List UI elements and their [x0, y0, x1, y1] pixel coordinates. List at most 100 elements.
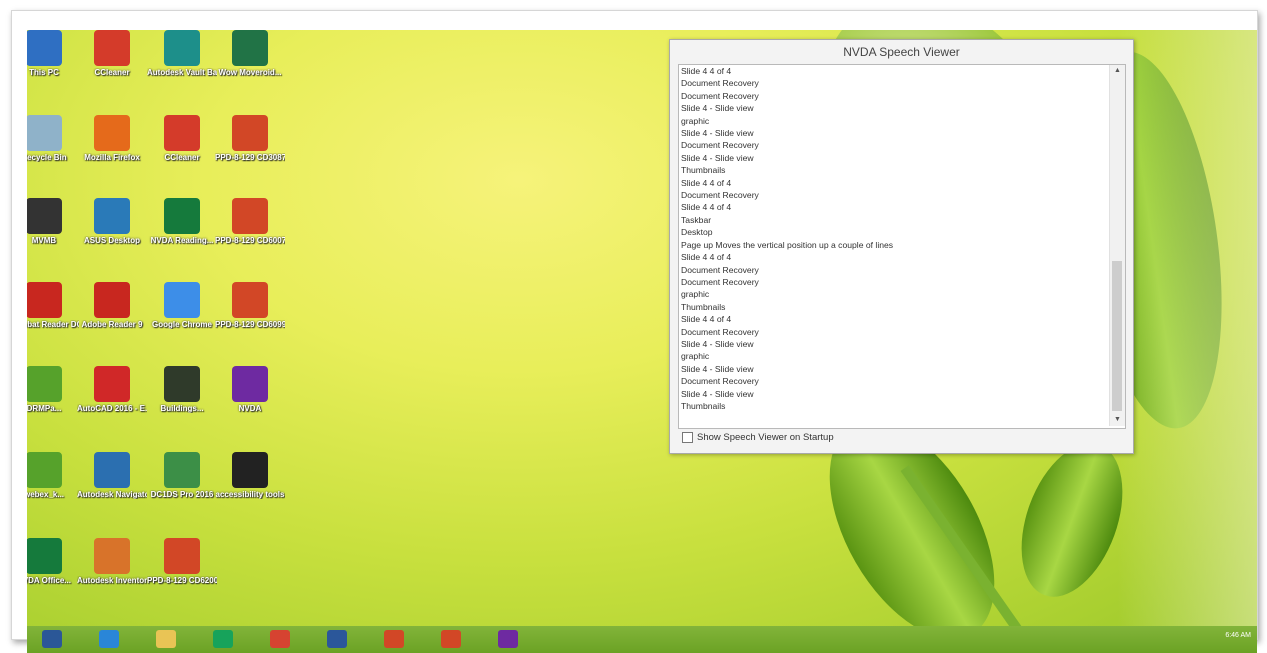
desktop-icon[interactable]: PPD-8-129 CD6099... [215, 282, 285, 329]
speech-log-line: Document Recovery [681, 376, 759, 387]
powerpoint-taskbar-icon [441, 630, 461, 648]
desktop-icon[interactable]: Autodesk Navigator... [77, 452, 147, 499]
desktop-icon[interactable]: DC1DS Pro 2016 [147, 452, 217, 499]
desktop-icon[interactable]: PPD-8-129 CD3087 [215, 115, 285, 162]
speech-log-line: Slide 4 4 of 4 [681, 177, 732, 188]
desktop-icon[interactable]: Mozilla Firefox [77, 115, 147, 162]
speech-log-line: graphic [681, 351, 710, 362]
desktop-icon-label: Buildings... [160, 404, 204, 413]
speech-log-line: Thumbnails [681, 165, 726, 176]
scroll-down-icon[interactable]: ▼ [1110, 414, 1125, 426]
desktop-icon-label: PPD-8-129 CD6200 [147, 576, 217, 585]
desktop-icon[interactable]: MVMB [27, 198, 79, 245]
desktop-icon-label: DRMPa... [27, 404, 62, 413]
scrollbar[interactable]: ▲ ▼ [1109, 65, 1125, 426]
desktop-icon-label: NVDA Reading... [150, 236, 214, 245]
speech-viewer-window[interactable]: NVDA Speech Viewer Slide 4 4 of 4 Documen… [669, 39, 1134, 454]
checkbox-box[interactable] [682, 432, 693, 443]
acrobat-reader-icon [27, 282, 62, 318]
desktop-icon-label: accessibility tools [215, 490, 285, 499]
autodesk-suite-icon [164, 452, 200, 488]
nvda-shortcut-icon-2 [27, 538, 62, 574]
desktop-icon-label: Recycle Bin [27, 153, 67, 162]
taskbar-button[interactable] [198, 628, 248, 651]
desktop-icon-label: CCleaner [94, 68, 130, 77]
nvda-shortcut-icon [164, 198, 200, 234]
desktop-icon[interactable]: ASUS Desktop [77, 198, 147, 245]
desktop-icon[interactable]: PPD-8-129 CD6007 [215, 198, 285, 245]
desktop-icon-label: DC1DS Pro 2016 [150, 490, 214, 499]
building-icon [164, 366, 200, 402]
wallpaper-haze [1117, 30, 1257, 628]
scroll-thumb[interactable] [1112, 261, 1122, 411]
taskbar-button[interactable] [255, 628, 305, 651]
desktop-icon[interactable]: Wow Moveroid... [215, 30, 285, 77]
autocad-vault-icon [164, 30, 200, 66]
chrome-taskbar-icon [270, 630, 290, 648]
desktop-icon-label: This PC [29, 68, 59, 77]
scroll-up-icon[interactable]: ▲ [1110, 65, 1125, 77]
desktop-icon[interactable]: PPD-8-129 CD6200 [147, 538, 217, 585]
desktop-icon[interactable]: NVDA Reading... [147, 198, 217, 245]
folder-icon [27, 198, 62, 234]
taskbar-button[interactable] [369, 628, 419, 651]
this-pc-icon [27, 30, 62, 66]
asus-icon [94, 198, 130, 234]
desktop-icon[interactable]: CCleaner [77, 30, 147, 77]
desktop-icon[interactable]: Autodesk Vault Ba... [147, 30, 217, 77]
checkbox-label: Show Speech Viewer on Startup [697, 432, 834, 443]
desktop-icon[interactable]: Google Chrome [147, 282, 217, 329]
desktop-icon[interactable]: AutoCAD 2016 - E... [77, 366, 147, 413]
speech-log-line: Slide 4 - Slide view [681, 128, 754, 139]
desktop-icon[interactable]: Buildings... [147, 366, 217, 413]
shortcut-icon [27, 366, 62, 402]
desktop-icon[interactable]: CCleaner [147, 115, 217, 162]
speech-log-line: Page up Moves the vertical position up a… [681, 239, 894, 250]
taskbar-button[interactable] [84, 628, 134, 651]
speech-log-line: Document Recovery [681, 190, 759, 201]
nvda-icon [232, 366, 268, 402]
speech-log[interactable]: Slide 4 4 of 4 Document Recovery Document … [678, 64, 1126, 429]
desktop-icon-label: ASUS Desktop [83, 236, 140, 245]
taskbar-button[interactable] [426, 628, 476, 651]
desktop-icon-label: Google Chrome [151, 320, 212, 329]
app-taskbar-icon [384, 630, 404, 648]
speech-log-line: Document Recovery [681, 140, 759, 151]
store-icon [213, 630, 233, 648]
taskbar-button[interactable] [312, 628, 362, 651]
speech-log-line: graphic [681, 115, 710, 126]
speech-log-line: Slide 4 4 of 4 [681, 202, 732, 213]
desktop-icon[interactable]: webex_k... [27, 452, 79, 499]
desktop-icon-label: PPD-8-129 CD3087 [215, 153, 285, 162]
autocad-icon [94, 366, 130, 402]
desktop-icon[interactable]: This PC [27, 30, 79, 77]
desktop-icon[interactable]: Adobe Reader 9 [77, 282, 147, 329]
speech-log-line: Document Recovery [681, 78, 759, 89]
desktop-icon-label: PPD-8-129 CD6007 [215, 236, 285, 245]
taskbar-button[interactable] [483, 628, 533, 651]
desktop-icon[interactable]: NVDA Office... [27, 538, 79, 585]
desktop-icon-label: MVMB [31, 236, 57, 245]
speech-log-line: Slide 4 4 of 4 [681, 252, 732, 263]
ie-icon [99, 630, 119, 648]
show-on-startup-checkbox[interactable]: Show Speech Viewer on Startup [682, 432, 834, 443]
desktop-icon[interactable]: accessibility tools [215, 452, 285, 499]
ppt-file-icon-2 [232, 198, 268, 234]
ppt-file-icon-3 [232, 282, 268, 318]
desktop-icon[interactable]: Acrobat Reader DC [27, 282, 79, 329]
start-button [42, 630, 62, 648]
desktop-icon-label: webex_k... [27, 490, 65, 499]
desktop-icon[interactable]: Autodesk Inventor P... [77, 538, 147, 585]
speech-log-line: Slide 4 - Slide view [681, 388, 754, 399]
adobe-reader-icon [94, 282, 130, 318]
taskbar-button[interactable] [141, 628, 191, 651]
autodesk-inventor-icon [94, 538, 130, 574]
taskbar-button[interactable] [27, 628, 77, 651]
desktop-icon[interactable]: NVDA [215, 366, 285, 413]
speech-viewer-title: NVDA Speech Viewer [843, 45, 960, 59]
speech-log-line: Slide 4 - Slide view [681, 103, 754, 114]
desktop-icon[interactable]: DRMPa... [27, 366, 79, 413]
clock[interactable]: 6:46 AM [1225, 632, 1251, 639]
desktop-icon-label: Wow Moveroid... [218, 68, 282, 77]
desktop-icon[interactable]: Recycle Bin [27, 115, 79, 162]
